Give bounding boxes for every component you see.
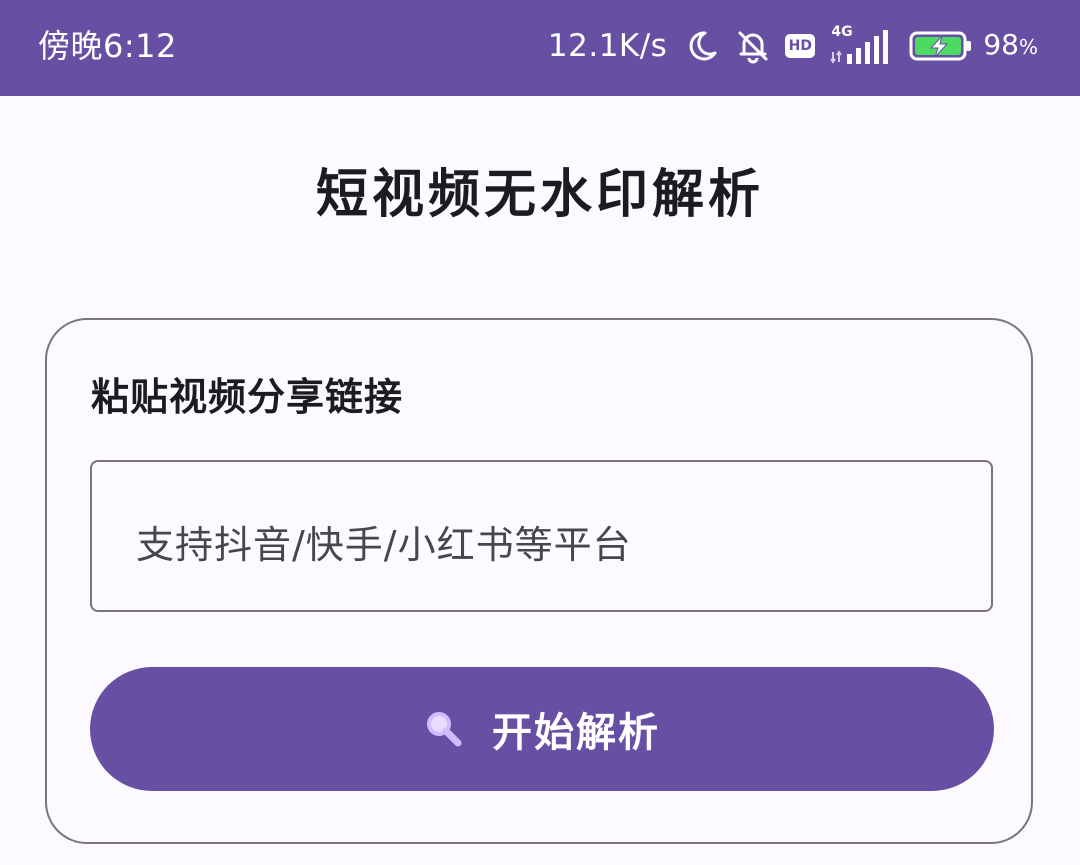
search-icon [424,709,464,749]
share-link-input[interactable]: 支持抖音/快手/小红书等平台 [90,460,993,612]
hd-icon: HD [785,34,816,58]
share-link-placeholder: 支持抖音/快手/小红书等平台 [136,523,632,567]
start-parse-label: 开始解析 [492,710,660,756]
signal-4g-icon: 4G [829,24,893,66]
page-title: 短视频无水印解析 [315,165,764,225]
link-input-label: 粘贴视频分享链接 [91,375,404,419]
status-bar: 傍晚6:12 12.1K/s HD 4G 98% [0,0,1080,96]
parse-card: 粘贴视频分享链接 支持抖音/快手/小红书等平台 开始解析 [45,318,1033,844]
battery-percent-sign: % [1018,35,1038,59]
status-icons: 12.1K/s HD 4G 98% [548,22,1038,70]
moon-icon [685,29,719,63]
network-speed: 12.1K/s [547,28,668,64]
battery-percent-value: 98 [983,28,1019,61]
battery-percent: 98% [983,25,1038,67]
status-time: 傍晚6:12 [38,27,177,65]
battery-charging-icon [909,30,973,62]
start-parse-button[interactable]: 开始解析 [90,667,994,791]
bell-off-icon [735,28,771,64]
